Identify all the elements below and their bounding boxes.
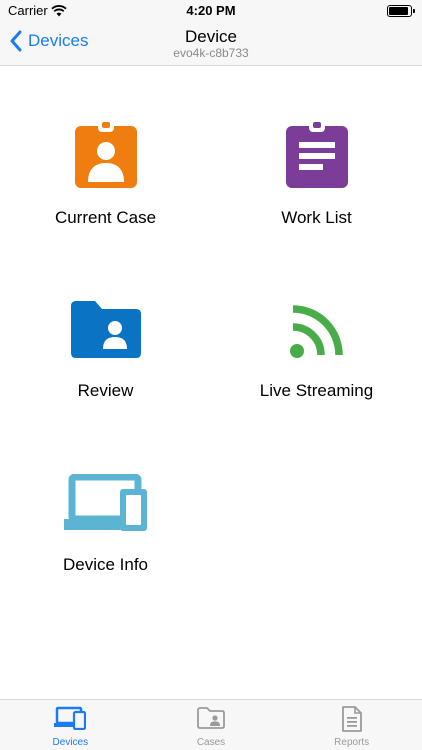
clock: 4:20 PM [186, 3, 236, 18]
devices-icon [0, 706, 141, 730]
tile-current-case[interactable]: Current Case [0, 120, 211, 293]
tile-device-info[interactable]: Device Info [0, 474, 211, 647]
tile-work-list-label: Work List [281, 208, 352, 227]
devices-icon [0, 474, 211, 532]
tile-review-label: Review [77, 381, 134, 400]
status-bar: Carrier 4:20 PM [0, 0, 422, 22]
clipboard-list-icon [211, 120, 422, 190]
tab-cases[interactable]: Cases [141, 700, 282, 750]
navigation-bar: Devices Device evo4k-c8b733 [0, 22, 422, 66]
document-icon [281, 706, 422, 732]
tab-reports[interactable]: Reports [281, 700, 422, 750]
tab-devices-label: Devices [52, 737, 89, 748]
rss-icon [211, 303, 422, 359]
battery-icon [387, 5, 415, 17]
tab-bar: Devices Cases Reports [0, 699, 422, 750]
tile-device-info-label: Device Info [62, 555, 149, 574]
tile-live-streaming-label: Live Streaming [259, 381, 374, 400]
page-title: Device [185, 27, 237, 46]
user-folder-icon [141, 706, 282, 730]
tab-devices[interactable]: Devices [0, 700, 141, 750]
page-subtitle: evo4k-c8b733 [173, 46, 249, 60]
tile-current-case-label: Current Case [54, 208, 157, 227]
tab-reports-label: Reports [334, 737, 370, 748]
tile-live-streaming[interactable]: Live Streaming [211, 300, 422, 473]
tile-work-list[interactable]: Work List [211, 120, 422, 293]
tab-cases-label: Cases [196, 737, 226, 748]
user-folder-icon [0, 300, 211, 358]
tile-review[interactable]: Review [0, 300, 211, 473]
contact-clipboard-icon [0, 120, 211, 190]
